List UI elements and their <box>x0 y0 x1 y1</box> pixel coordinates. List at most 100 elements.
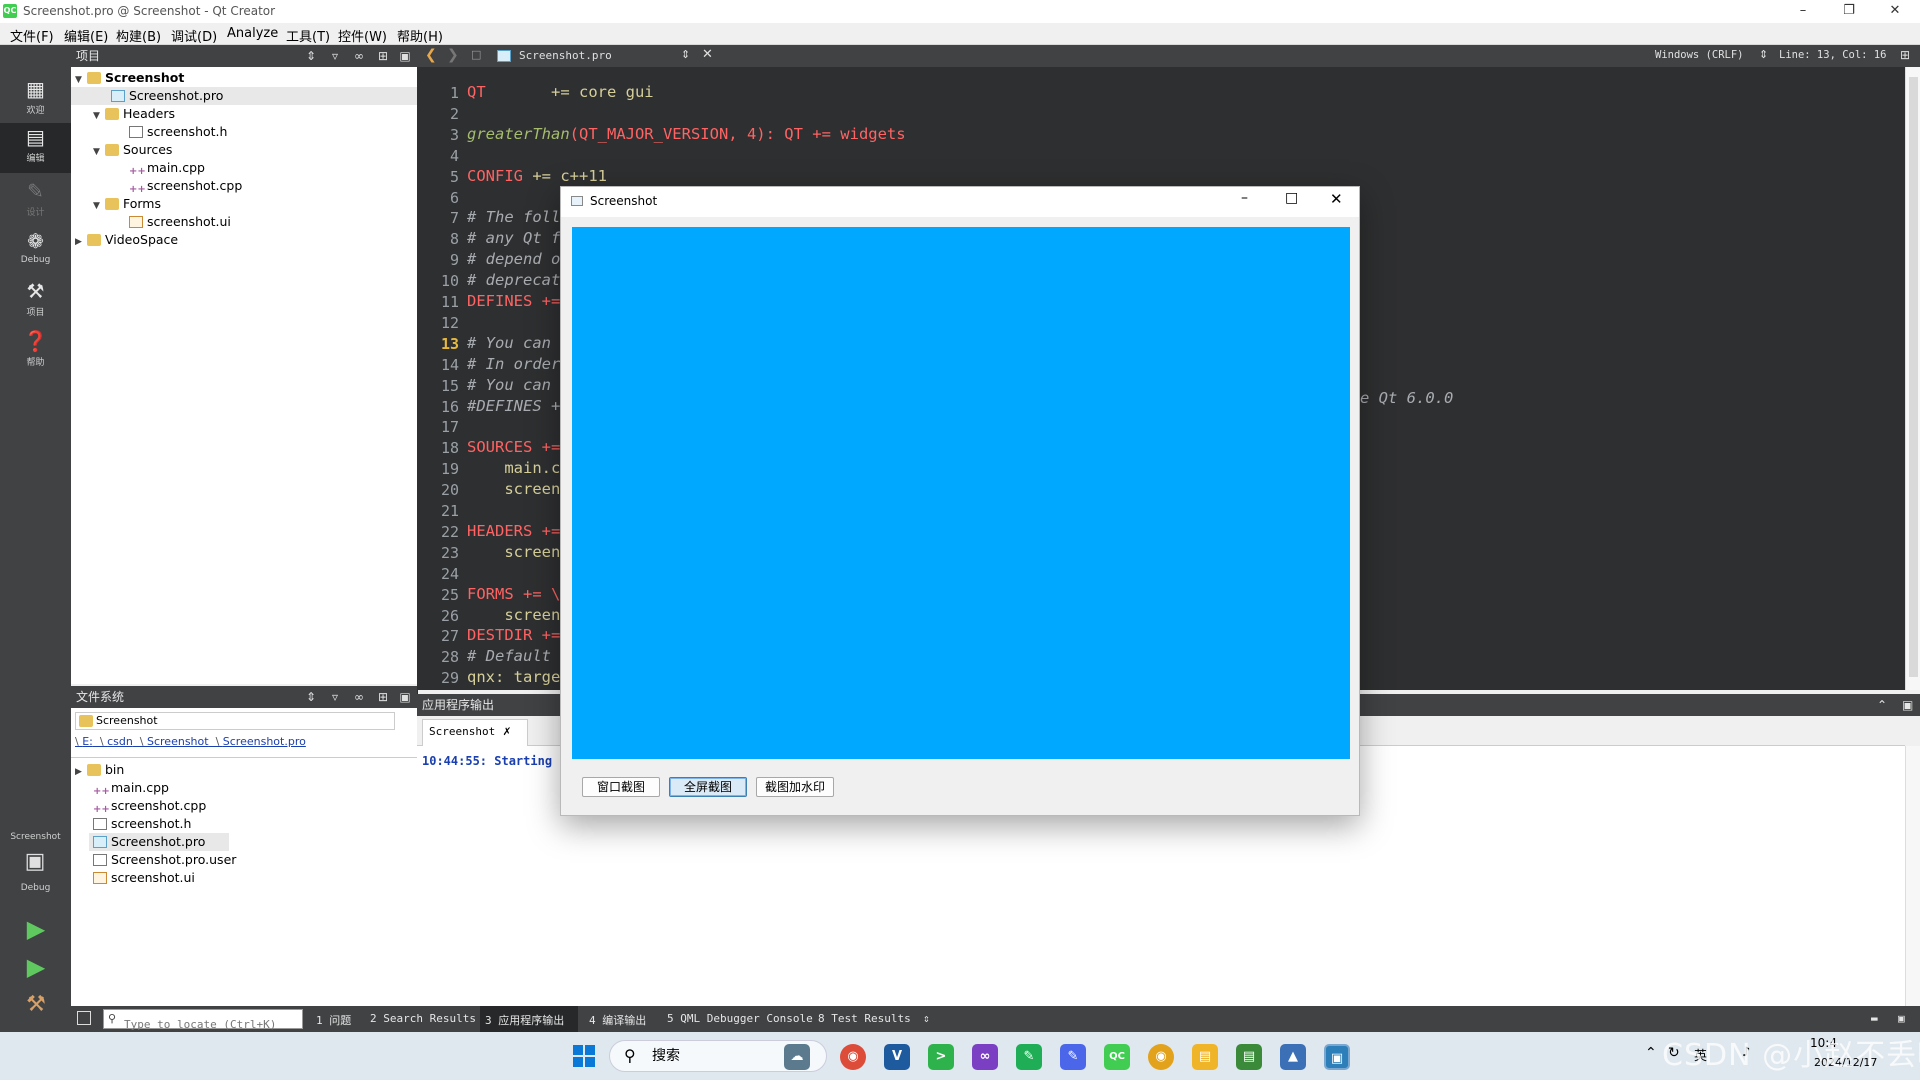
link-icon[interactable]: ∞ <box>347 686 371 708</box>
windows-start-icon[interactable] <box>573 1045 595 1067</box>
tree-item-screenshot-cpp[interactable]: ++screenshot.cpp <box>129 177 242 195</box>
menu-debug[interactable]: 调试(D) <box>171 26 217 45</box>
crumb-drive[interactable]: E: <box>82 735 93 748</box>
fs-item-ui[interactable]: screenshot.ui <box>93 869 195 887</box>
tree-item-forms[interactable]: ▼ Forms <box>93 195 161 213</box>
close-panel-icon[interactable]: ▣ <box>393 45 417 67</box>
link-icon[interactable]: ∞ <box>347 45 371 67</box>
forward-arrow-icon[interactable]: ❯ <box>447 47 459 63</box>
menu-tools[interactable]: 工具(T) <box>286 26 330 45</box>
encoding-dropdown-icon[interactable]: ⇕ <box>1759 48 1768 61</box>
fs-item-pro[interactable]: Screenshot.pro <box>89 833 229 851</box>
menu-help[interactable]: 帮助(H) <box>397 26 443 45</box>
back-arrow-icon[interactable]: ❮ <box>425 47 437 63</box>
tree-item-header-file[interactable]: screenshot.h <box>129 123 227 141</box>
mode-design[interactable]: ✎ 设计 <box>0 177 71 225</box>
filter-icon[interactable]: ▿ <box>323 686 347 708</box>
terminal-icon[interactable]: > <box>928 1044 954 1070</box>
crumb-pro[interactable]: Screenshot.pro <box>223 735 306 748</box>
chrome-icon[interactable]: ◉ <box>840 1044 866 1070</box>
mode-help[interactable]: ❓ 帮助 <box>0 327 71 375</box>
tree-item-videospace[interactable]: ▶ VideoSpace <box>75 231 178 249</box>
visual-studio-icon[interactable]: ∞ <box>972 1044 998 1070</box>
tree-item-main-cpp[interactable]: ++main.cpp <box>129 159 205 177</box>
status-tab-compile[interactable]: 4 编译输出 <box>589 1012 646 1028</box>
crumb-screenshot[interactable]: Screenshot <box>147 735 209 748</box>
output-scrollbar[interactable] <box>1905 746 1920 1006</box>
status-tab-issues[interactable]: 1 问题 <box>316 1012 351 1028</box>
menu-edit[interactable]: 编辑(E) <box>64 26 108 45</box>
app-minimize-button[interactable]: – <box>1241 190 1248 206</box>
app-close-button[interactable]: ✕ <box>1330 190 1343 208</box>
mode-edit[interactable]: ▤ 编辑 <box>0 123 71 173</box>
tray-chevron-icon[interactable]: ⌃ <box>1645 1045 1657 1061</box>
status-tab-test[interactable]: 8 Test Results <box>818 1012 911 1025</box>
line-ending[interactable]: Windows (CRLF) <box>1655 49 1744 61</box>
window-capture-button[interactable]: 窗口截图 <box>582 777 660 797</box>
minimize-button[interactable]: – <box>1780 0 1826 23</box>
build-hammer-icon[interactable]: ⚒ <box>22 991 50 1019</box>
mode-welcome[interactable]: ▦ 欢迎 <box>0 75 71 123</box>
mode-projects[interactable]: ⚒ 项目 <box>0 277 71 325</box>
split-icon[interactable]: ⊞ <box>371 686 395 708</box>
fs-item-bin[interactable]: ▶ bin <box>75 761 124 779</box>
fullscreen-capture-button[interactable]: 全屏截图 <box>669 777 747 797</box>
run-icon[interactable]: ▶ <box>22 915 50 943</box>
close-tab-icon[interactable]: ✗ <box>503 720 511 744</box>
qt-creator-taskbar-icon[interactable]: QC <box>1104 1044 1130 1070</box>
output-tab-screenshot[interactable]: Screenshot ✗ <box>422 719 528 746</box>
progress-toggle-icon[interactable]: ▬ <box>1871 1012 1878 1025</box>
editor-scrollbar[interactable] <box>1905 67 1920 690</box>
tree-item-headers[interactable]: ▼ Headers <box>93 105 175 123</box>
output-toggle-icon[interactable]: ▣ <box>1898 1012 1905 1025</box>
monitor-icon[interactable]: ▣ <box>20 850 50 874</box>
menu-file[interactable]: 文件(F) <box>10 26 54 45</box>
notes-icon[interactable]: ✎ <box>1060 1044 1086 1070</box>
split-editor-icon[interactable]: ⊞ <box>1900 48 1910 62</box>
fs-item-screenshot-cpp[interactable]: ++screenshot.cpp <box>93 797 206 815</box>
menu-analyze[interactable]: Analyze <box>227 26 278 41</box>
editor-file-name[interactable]: Screenshot.pro <box>519 49 612 62</box>
split-icon[interactable]: ⊞ <box>371 45 395 67</box>
toggle-sidebar-icon[interactable] <box>77 1011 91 1025</box>
status-more-icon[interactable]: ⇕ <box>923 1012 930 1025</box>
app-v-icon[interactable]: V <box>884 1044 910 1070</box>
crumb-csdn[interactable]: csdn <box>107 735 133 748</box>
close-panel-icon[interactable]: ▣ <box>393 686 417 708</box>
status-tab-app-output[interactable]: 3 应用程序输出 <box>485 1012 564 1028</box>
sort-icon[interactable]: ⇕ <box>299 45 323 67</box>
close-button[interactable]: ✕ <box>1872 0 1918 23</box>
app-maximize-button[interactable]: □ <box>1285 190 1298 206</box>
maximize-pane-icon[interactable]: ⌃ <box>1877 694 1887 716</box>
watermark-capture-button[interactable]: 截图加水印 <box>756 777 834 797</box>
mode-debug[interactable]: ❁ Debug <box>0 227 71 275</box>
restore-button[interactable]: ❐ <box>1826 0 1872 23</box>
cursor-position[interactable]: Line: 13, Col: 16 <box>1779 49 1886 61</box>
chrome-profile-icon[interactable]: ◉ <box>1148 1044 1174 1070</box>
fs-item-pro-user[interactable]: Screenshot.pro.user <box>93 851 236 869</box>
tree-item-sources[interactable]: ▼ Sources <box>93 141 172 159</box>
filter-icon[interactable]: ▿ <box>323 45 347 67</box>
file-explorer-icon[interactable]: ▤ <box>1192 1044 1218 1070</box>
menu-build[interactable]: 构建(B) <box>116 26 161 45</box>
sort-icon[interactable]: ⇕ <box>299 686 323 708</box>
tree-item-project[interactable]: ▼ Screenshot <box>75 69 184 87</box>
editor-app-icon[interactable]: ▤ <box>1236 1044 1262 1070</box>
fs-item-header[interactable]: screenshot.h <box>93 815 191 833</box>
root-selector[interactable]: Screenshot <box>75 712 395 730</box>
fs-item-main-cpp[interactable]: ++main.cpp <box>93 779 169 797</box>
status-tab-qml[interactable]: 5 QML Debugger Console <box>667 1012 813 1025</box>
tree-item-pro-file[interactable]: Screenshot.pro <box>71 87 417 105</box>
wechat-icon[interactable]: ✎ <box>1016 1044 1042 1070</box>
monitor-app-icon[interactable]: ▲ <box>1280 1044 1306 1070</box>
tree-item-ui-file[interactable]: screenshot.ui <box>129 213 231 231</box>
widgets-icon[interactable]: ☁ <box>784 1044 810 1070</box>
debug-run-icon[interactable]: ▶ <box>22 953 50 981</box>
screenshot-taskbar-icon[interactable]: ▣ <box>1324 1044 1350 1070</box>
close-file-icon[interactable]: ✕ <box>702 47 713 62</box>
locator-input[interactable]: ⚲ Type to locate (Ctrl+K) <box>103 1009 303 1031</box>
close-pane-icon[interactable]: ▣ <box>1902 694 1913 716</box>
file-dropdown-icon[interactable]: ⇕ <box>681 48 690 61</box>
menu-controls[interactable]: 控件(W) <box>338 26 387 45</box>
status-tab-search[interactable]: 2 Search Results <box>370 1012 476 1025</box>
